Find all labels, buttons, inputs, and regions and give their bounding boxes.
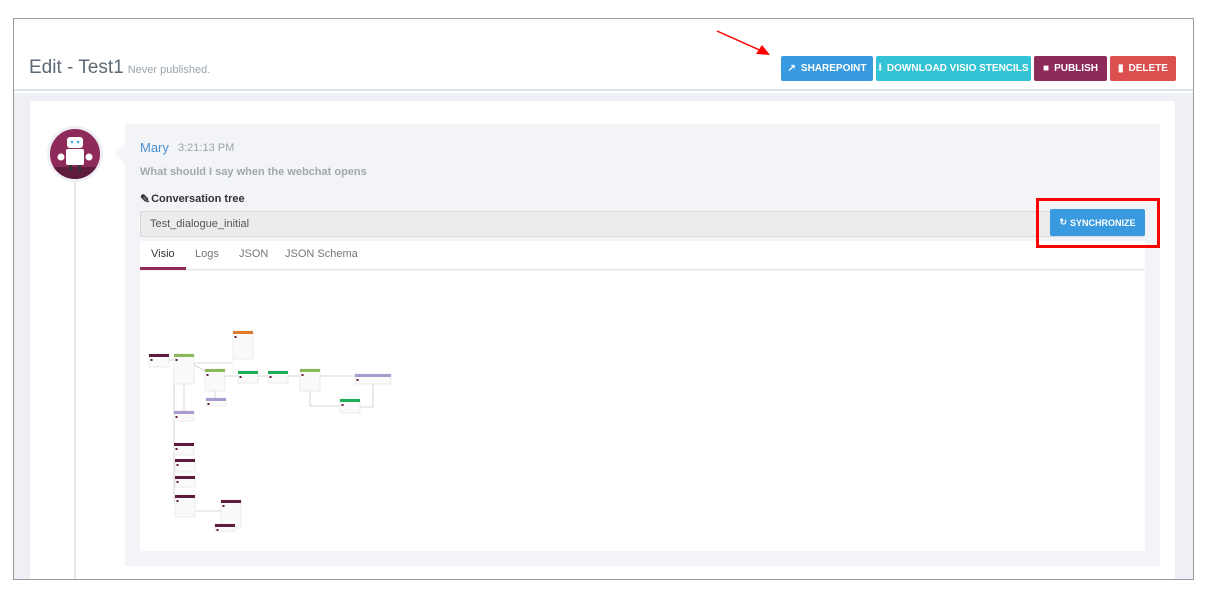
tab-visio[interactable]: Visio	[140, 241, 186, 270]
conversation-diagram	[148, 330, 392, 532]
diagram-node	[148, 353, 170, 368]
page-title: Edit - Test1 Never published.	[29, 57, 211, 78]
diagram-connector	[360, 384, 374, 408]
content-area: Mary 3:21:13 PM What should I say when t…	[14, 93, 1193, 579]
download-icon: ⭳	[878, 62, 882, 73]
diagram-node	[173, 410, 195, 422]
page-header: Edit - Test1 Never published. ↗ SHAREPOINT…	[14, 19, 1193, 91]
diagram-node	[267, 370, 289, 384]
tab-json-schema[interactable]: JSON Schema	[274, 241, 369, 270]
delete-button[interactable]: ▮ DELETE	[1110, 56, 1176, 81]
app-window: Edit - Test1 Never published. ↗ SHAREPOINT…	[13, 18, 1194, 580]
diagram-node	[174, 458, 196, 473]
diagram-connector	[309, 391, 340, 407]
message-time: 3:21:13 PM	[178, 142, 235, 154]
tab-bar: Visio Logs JSON JSON Schema	[140, 241, 1145, 270]
message-text: What should I say when the webchat opens	[140, 166, 367, 178]
diagram-node	[354, 373, 392, 385]
conversation-tree-input[interactable]: Test_dialogue_initial	[140, 211, 1145, 237]
diagram-node	[205, 397, 227, 407]
conversation-tree-label: ✎ Conversation tree	[140, 192, 245, 206]
edit-icon[interactable]: ✎	[140, 192, 150, 206]
message-author[interactable]: Mary	[140, 140, 169, 155]
publish-button[interactable]: ■ PUBLISH	[1034, 56, 1107, 81]
sharepoint-button[interactable]: ↗ SHAREPOINT	[781, 56, 873, 81]
diagram-node	[237, 370, 259, 384]
diagram-node	[173, 353, 195, 385]
visio-diagram-canvas[interactable]	[140, 271, 1145, 551]
bot-avatar	[47, 126, 103, 182]
diagram-node	[174, 475, 196, 488]
diagram-node	[232, 330, 254, 360]
diagram-node	[173, 442, 195, 456]
robot-icon	[50, 137, 100, 179]
download-visio-stencils-button[interactable]: ⭳ DOWNLOAD VISIO STENCILS	[876, 56, 1031, 81]
tab-logs[interactable]: Logs	[184, 241, 230, 270]
diagram-node	[339, 398, 361, 414]
diagram-node	[174, 494, 196, 518]
annotation-highlight-box	[1036, 198, 1160, 248]
publish-status: Never published.	[127, 64, 211, 76]
book-icon: ■	[1043, 63, 1050, 74]
tab-json[interactable]: JSON	[228, 241, 279, 270]
timeline-line	[74, 141, 76, 579]
diagram-node	[204, 368, 226, 392]
diagram-connector	[193, 364, 206, 372]
trash-icon: ▮	[1118, 63, 1124, 74]
diagram-node	[299, 368, 321, 392]
diagram-node	[214, 523, 236, 532]
annotation-arrow	[716, 30, 770, 55]
timeline-panel: Mary 3:21:13 PM What should I say when t…	[30, 101, 1175, 579]
message-card: Mary 3:21:13 PM What should I say when t…	[115, 124, 1160, 566]
